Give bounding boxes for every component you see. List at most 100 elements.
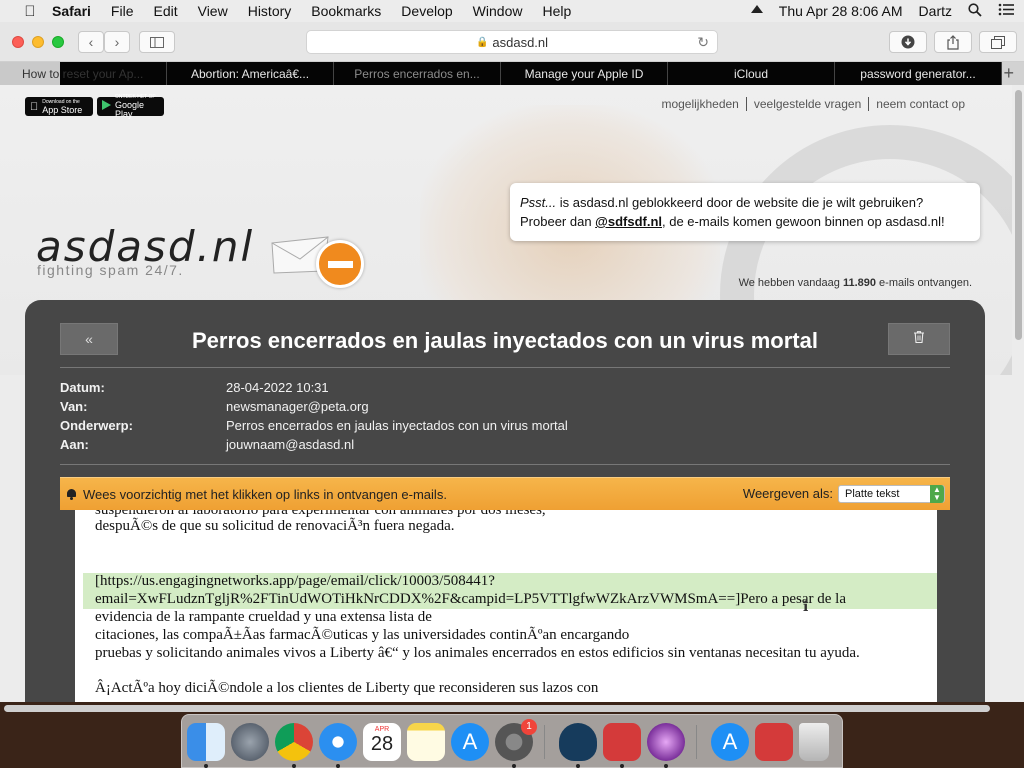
- back-button[interactable]: «: [60, 323, 118, 355]
- dock-separator: [696, 725, 697, 759]
- view-as-value: Platte tekst: [845, 488, 900, 500]
- surfshark-icon[interactable]: [559, 723, 597, 761]
- appstore-icon[interactable]: A: [451, 723, 489, 761]
- counter-post: e-mails ontvangen.: [876, 277, 972, 289]
- tab-label: Manage your Apple ID: [524, 66, 644, 81]
- meta-value: 28-04-2022 10:31: [226, 380, 329, 395]
- menubar-datetime[interactable]: Thu Apr 28 8:06 AM: [779, 3, 903, 19]
- text-cursor-icon: ℹ: [803, 600, 809, 615]
- mail-title: Perros encerrados en jaulas inyectados c…: [191, 328, 818, 353]
- body-line: [https://us.engagingnetworks.app/page/em…: [95, 573, 495, 589]
- tab-icloud[interactable]: iCloud: [668, 62, 835, 85]
- mailbox-icon[interactable]: [603, 723, 641, 761]
- view-as-select[interactable]: Platte tekst ▲ ▼: [838, 485, 945, 503]
- vertical-scrollbar[interactable]: [1015, 90, 1022, 340]
- launchpad-icon[interactable]: [231, 723, 269, 761]
- list-icon[interactable]: [998, 3, 1014, 19]
- divider: [60, 367, 950, 368]
- meta-value: Perros encerrados en jaulas inyectados c…: [226, 418, 568, 433]
- meta-label: Van:: [60, 399, 88, 414]
- new-tab-button[interactable]: +: [1002, 62, 1024, 85]
- body-line: Â¡ActÃºa hoy diciÃ©ndole a los clientes …: [95, 680, 599, 696]
- nav-contact[interactable]: neem contact op: [868, 97, 972, 111]
- body-line: pruebas y solicitando animales vivos a L…: [95, 645, 860, 661]
- mail-body[interactable]: suspendieron al laboratorio para experim…: [75, 510, 937, 702]
- menu-bar:  Safari File Edit View History Bookmark…: [0, 0, 1024, 22]
- warning-text: Wees voorzichtig met het klikken op link…: [83, 486, 447, 502]
- podcast-icon[interactable]: [647, 723, 685, 761]
- back-icon[interactable]: ‹: [78, 31, 104, 53]
- body-line: despuÃ©s de que su solicitud de renovaci…: [95, 518, 455, 534]
- download-icon[interactable]: [889, 31, 927, 53]
- notice-text-1: is asdasd.nl geblokkeerd door de website…: [556, 195, 924, 210]
- dock: APR 28 A 1 A: [181, 714, 843, 768]
- app-store-badge[interactable]:  Download on the App Store: [25, 97, 93, 116]
- tab-abortion[interactable]: Abortion: Americaâ€...: [167, 62, 334, 85]
- app-red-icon[interactable]: [755, 723, 793, 761]
- google-play-badge[interactable]: ONTDEK HET OP Google Play: [97, 94, 164, 119]
- delete-button[interactable]: [888, 323, 950, 355]
- safari-toolbar: ‹ › 🔒 asdasd.nl ↻: [0, 22, 1024, 62]
- menu-file[interactable]: File: [111, 3, 134, 19]
- reload-icon[interactable]: ↻: [697, 34, 709, 51]
- tabs-icon[interactable]: [979, 31, 1017, 53]
- running-indicator: [204, 764, 208, 768]
- search-icon[interactable]: [968, 2, 982, 20]
- trash-icon[interactable]: [799, 723, 829, 761]
- play-triangle-icon: [102, 100, 111, 113]
- menu-edit[interactable]: Edit: [153, 3, 177, 19]
- notes-icon[interactable]: [407, 723, 445, 761]
- address-bar[interactable]: 🔒 asdasd.nl ↻: [306, 30, 718, 54]
- horizontal-scrollbar[interactable]: [4, 705, 990, 712]
- notice-text-2-post: , de e-mails komen gewoon binnen op asda…: [662, 214, 945, 229]
- tab-reset-apple[interactable]: How to reset your Ap...: [0, 62, 167, 85]
- menu-view[interactable]: View: [198, 3, 228, 19]
- meta-row-date: Datum: 28-04-2022 10:31: [60, 378, 568, 397]
- body-line: evidencia de la rampante crueldad y una …: [95, 609, 432, 625]
- alt-domain-link[interactable]: @sdfsdf.nl: [595, 214, 662, 229]
- counter-value: 11.890: [842, 277, 876, 289]
- nav-veelgestelde-vragen[interactable]: veelgestelde vragen: [745, 97, 868, 111]
- bell-icon: [66, 488, 77, 500]
- close-window-button[interactable]: [12, 36, 24, 48]
- meta-label: Onderwerp:: [60, 418, 133, 433]
- body-line: citaciones, las compaÃ±Ã­as farmacÃ©utic…: [95, 627, 630, 643]
- divider: [60, 464, 950, 465]
- body-link-line[interactable]: email=XwFLudznTgljR%2FTinUdWOTiHkNrCDDX%…: [95, 591, 846, 608]
- appstore-big-text: App Store: [34, 104, 82, 115]
- menu-develop[interactable]: Develop: [401, 3, 452, 19]
- menu-window[interactable]: Window: [473, 3, 523, 19]
- menu-history[interactable]: History: [248, 3, 292, 19]
- calendar-icon[interactable]: APR 28: [363, 723, 401, 761]
- zoom-window-button[interactable]: [52, 36, 64, 48]
- eject-icon[interactable]: [750, 5, 763, 13]
- tab-bar: How to reset your Ap... Abortion: Americ…: [0, 62, 1024, 85]
- tab-password-generator[interactable]: password generator...: [835, 62, 1002, 85]
- web-content:  Download on the App Store ONTDEK HET O…: [0, 85, 1024, 702]
- tab-label: Abortion: Americaâ€...: [190, 66, 310, 81]
- appstore2-icon[interactable]: A: [711, 723, 749, 761]
- calendar-day: 28: [370, 733, 394, 755]
- forward-icon[interactable]: ›: [104, 31, 130, 53]
- tab-apple-id[interactable]: Manage your Apple ID: [501, 62, 668, 85]
- minimize-window-button[interactable]: [32, 36, 44, 48]
- sidebar-icon[interactable]: [139, 31, 175, 53]
- counter-pre: We hebben vandaag: [738, 277, 843, 289]
- email-counter: We hebben vandaag 11.890 e-mails ontvang…: [739, 277, 972, 289]
- menubar-user[interactable]: Dartz: [919, 3, 952, 19]
- safari-icon[interactable]: [319, 723, 357, 761]
- menu-safari[interactable]: Safari: [52, 3, 91, 19]
- meta-label: Aan:: [60, 437, 89, 452]
- chrome-icon[interactable]: [275, 723, 313, 761]
- tab-perros[interactable]: Perros encerrados en...: [334, 62, 501, 85]
- nav-mogelijkheden[interactable]: mogelijkheden: [654, 97, 745, 111]
- menu-help[interactable]: Help: [542, 3, 571, 19]
- blocked-notice: Psst... is asdasd.nl geblokkeerd door de…: [510, 183, 980, 241]
- share-icon[interactable]: [934, 31, 972, 53]
- meta-value: jouwnaam@asdasd.nl: [226, 437, 355, 452]
- menu-bookmarks[interactable]: Bookmarks: [311, 3, 381, 19]
- finder-icon[interactable]: [187, 723, 225, 761]
- apple-icon[interactable]: : [20, 3, 40, 20]
- meta-label: Datum:: [60, 380, 105, 395]
- tab-label: How to reset your Ap...: [22, 66, 144, 81]
